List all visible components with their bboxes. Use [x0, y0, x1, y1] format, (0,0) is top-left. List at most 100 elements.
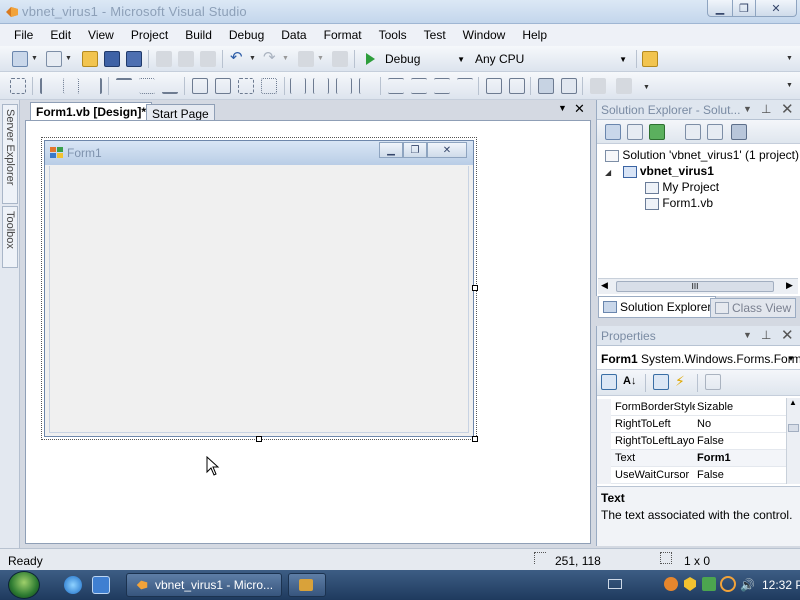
menu-edit[interactable]: Edit [44, 28, 77, 42]
taskbar-button-visual-studio[interactable]: vbnet_virus1 - Micro... [126, 573, 282, 597]
save-all-icon[interactable] [126, 51, 142, 67]
increase-vertical-spacing-icon[interactable] [411, 78, 427, 94]
clock[interactable]: 12:32 PM [762, 578, 800, 592]
security-shield-icon[interactable] [684, 577, 696, 591]
taskbar-button-app[interactable] [288, 573, 326, 597]
maximize-button[interactable]: ❐ [732, 0, 756, 17]
auto-hide-pin-icon[interactable]: ⊥ [761, 102, 771, 116]
scroll-left-icon[interactable]: ◀ [601, 280, 608, 291]
menu-debug[interactable]: Debug [223, 28, 270, 42]
search-icon[interactable] [720, 576, 736, 592]
menu-project[interactable]: Project [125, 28, 174, 42]
toolbar-overflow-icon[interactable]: ▼ [643, 84, 650, 91]
find-in-files-icon[interactable] [642, 51, 658, 67]
bring-to-front-icon[interactable] [538, 78, 554, 94]
categorized-icon[interactable] [601, 374, 617, 390]
chevron-down-icon[interactable]: ▼ [31, 55, 38, 62]
increase-horizontal-spacing-icon[interactable] [313, 78, 329, 94]
refresh-icon[interactable] [649, 124, 665, 140]
class-diagram-icon[interactable] [731, 124, 747, 140]
chevron-down-icon[interactable]: ▼ [787, 354, 795, 363]
align-tops-icon[interactable] [116, 78, 132, 94]
properties-view-icon[interactable] [653, 374, 669, 390]
tree-project-node[interactable]: ◢ vbnet_virus1 [605, 164, 714, 178]
resize-handle-right[interactable] [472, 285, 478, 291]
remove-horizontal-spacing-icon[interactable] [359, 78, 375, 94]
align-lefts-icon[interactable] [40, 78, 56, 94]
lock-controls-icon[interactable] [616, 78, 632, 94]
property-grid-vscrollbar[interactable]: ▲ [786, 398, 800, 484]
vertical-spacing-equal-icon[interactable] [388, 78, 404, 94]
platform-select[interactable]: Any CPU ▼ [470, 50, 632, 68]
property-row-selected[interactable]: Text Form1 [597, 450, 787, 467]
property-value[interactable]: Sizable [697, 401, 783, 413]
show-desktop-icon[interactable] [92, 576, 110, 594]
send-to-back-icon[interactable] [561, 78, 577, 94]
scroll-right-icon[interactable]: ▶ [786, 280, 793, 291]
volume-icon[interactable]: 🔊 [740, 578, 755, 592]
redo-icon[interactable]: ↷ [263, 50, 279, 67]
auto-hide-pin-icon[interactable]: ⊥ [761, 328, 771, 342]
alphabetical-sort-icon[interactable]: A↓ [623, 374, 639, 390]
toolbar-overflow-icon[interactable]: ▼ [786, 82, 793, 89]
minimize-button[interactable]: ▁ [707, 0, 733, 17]
tab-class-view[interactable]: Class View [710, 298, 797, 318]
align-to-grid-icon[interactable] [10, 78, 26, 94]
view-code-icon[interactable] [685, 124, 701, 140]
form-designer-window[interactable]: Form1 ▁ ❐ ✕ [41, 137, 477, 440]
center-horizontally-icon[interactable] [486, 78, 502, 94]
events-lightning-icon[interactable]: ⚡ [675, 374, 691, 390]
paste-icon[interactable] [200, 51, 216, 67]
make-same-width-icon[interactable] [192, 78, 208, 94]
navigate-back-icon[interactable] [298, 51, 314, 67]
add-item-icon[interactable] [46, 51, 62, 67]
chevron-down-icon[interactable]: ▼ [317, 55, 324, 62]
tab-start-page[interactable]: Start Page [146, 104, 215, 121]
make-same-size-icon[interactable] [238, 78, 254, 94]
scrollbar-thumb[interactable] [788, 424, 799, 432]
align-rights-icon[interactable] [86, 78, 102, 94]
object-selector[interactable]: Form1 System.Windows.Forms.Form [597, 348, 800, 370]
property-pages-icon[interactable] [705, 374, 721, 390]
network-icon[interactable] [664, 577, 678, 591]
menu-file[interactable]: File [8, 28, 39, 42]
solution-explorer-hscrollbar[interactable]: ◀ III ▶ [598, 278, 798, 294]
undo-icon[interactable]: ↶ [230, 50, 246, 67]
tab-solution-explorer[interactable]: Solution Explorer [598, 296, 717, 318]
property-value[interactable]: Form1 [697, 452, 783, 464]
scroll-up-icon[interactable]: ▲ [789, 398, 797, 407]
close-panel-icon[interactable]: ✕ [781, 326, 794, 344]
chevron-down-icon[interactable]: ▼ [249, 55, 256, 62]
toolbox-tab[interactable]: Toolbox [2, 206, 18, 268]
chevron-down-icon[interactable]: ▼ [282, 55, 289, 62]
update-icon[interactable] [702, 577, 716, 591]
menu-window[interactable]: Window [457, 28, 512, 42]
menu-test[interactable]: Test [418, 28, 452, 42]
toolbar-overflow-icon[interactable]: ▼ [786, 55, 793, 62]
menu-help[interactable]: Help [516, 28, 553, 42]
resize-handle-bottom-right[interactable] [472, 436, 478, 442]
menu-format[interactable]: Format [318, 28, 368, 42]
size-to-grid-icon[interactable] [261, 78, 277, 94]
horizontal-spacing-equal-icon[interactable] [290, 78, 306, 94]
property-row[interactable]: UseWaitCursor False [597, 467, 787, 484]
tab-order-icon[interactable] [590, 78, 606, 94]
new-project-icon[interactable] [12, 51, 28, 67]
tab-form1-design[interactable]: Form1.vb [Design]* [30, 102, 153, 121]
keyboard-icon[interactable] [608, 579, 622, 589]
start-debugging-icon[interactable] [362, 51, 378, 67]
form-client-area[interactable] [49, 166, 469, 433]
solution-config-select[interactable]: Debug ▼ [380, 50, 470, 68]
decrease-vertical-spacing-icon[interactable] [434, 78, 450, 94]
tree-item-my-project[interactable]: My Project [645, 180, 719, 194]
show-all-files-icon[interactable] [627, 124, 643, 140]
decrease-horizontal-spacing-icon[interactable] [336, 78, 352, 94]
server-explorer-tab[interactable]: Server Explorer [2, 104, 18, 204]
close-button[interactable]: ✕ [755, 0, 797, 17]
tree-solution-node[interactable]: Solution 'vbnet_virus1' (1 project) [605, 148, 799, 162]
property-value[interactable]: No [697, 418, 783, 430]
menu-tools[interactable]: Tools [373, 28, 413, 42]
align-middles-icon[interactable] [139, 78, 155, 94]
resize-handle-bottom[interactable] [256, 436, 262, 442]
align-bottoms-icon[interactable] [162, 78, 178, 94]
